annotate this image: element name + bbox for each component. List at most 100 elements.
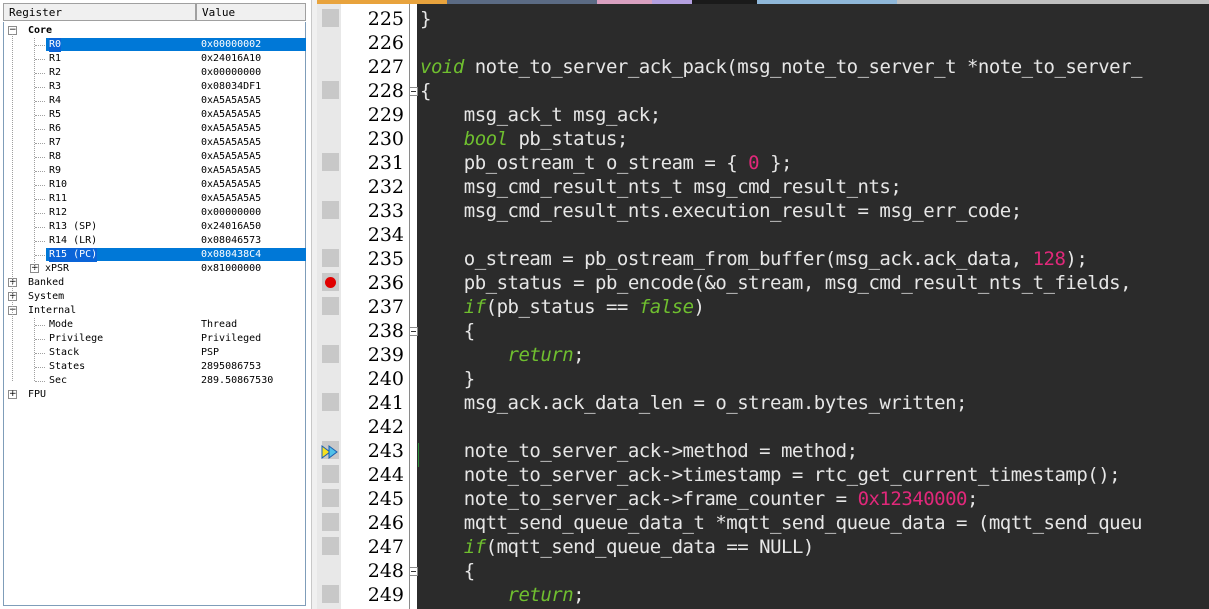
column-header-value[interactable]: Value: [196, 3, 306, 21]
register-value[interactable]: 289.50867530: [201, 374, 273, 388]
register-row[interactable]: R2 0x00000000: [4, 66, 307, 80]
code-text-area[interactable]: } void note_to_server_ack_pack(msg_note_t…: [418, 4, 1209, 609]
register-row[interactable]: R7 0xA5A5A5A5: [4, 136, 307, 150]
register-row[interactable]: + FPU: [4, 388, 307, 402]
line-number: 248: [367, 560, 404, 582]
code-line[interactable]: if(mqtt_send_queue_data == NULL): [420, 535, 815, 559]
executable-line-marker[interactable]: [322, 393, 339, 411]
register-value[interactable]: 0xA5A5A5A5: [201, 150, 261, 164]
register-row[interactable]: Stack PSP: [4, 346, 307, 360]
register-row[interactable]: R13 (SP) 0x24016A50: [4, 220, 307, 234]
register-row[interactable]: R3 0x08034DF1: [4, 80, 307, 94]
register-row[interactable]: R9 0xA5A5A5A5: [4, 164, 307, 178]
register-value[interactable]: 0x81000000: [201, 262, 261, 276]
register-row[interactable]: Privilege Privileged: [4, 332, 307, 346]
register-value[interactable]: 0x00000000: [201, 66, 261, 80]
register-row[interactable]: + xPSR 0x81000000: [4, 262, 307, 276]
register-row[interactable]: R11 0xA5A5A5A5: [4, 192, 307, 206]
code-line[interactable]: return;: [420, 343, 585, 367]
code-line[interactable]: pb_status = pb_encode(&o_stream, msg_cmd…: [420, 271, 1142, 295]
expand-icon[interactable]: +: [8, 390, 17, 399]
tree-branch-line: [35, 339, 45, 340]
column-header-register[interactable]: Register: [3, 3, 196, 21]
tree-branch-line: [35, 381, 45, 382]
code-line[interactable]: note_to_server_ack->method = method;: [420, 439, 858, 463]
fold-collapse-icon[interactable]: [409, 327, 418, 336]
register-value[interactable]: 2895086753: [201, 360, 261, 374]
register-row[interactable]: R0 0x00000002: [4, 38, 307, 52]
code-line[interactable]: {: [420, 319, 475, 343]
executable-line-marker[interactable]: [322, 585, 339, 603]
register-row[interactable]: R12 0x00000000: [4, 206, 307, 220]
register-value[interactable]: 0xA5A5A5A5: [201, 108, 261, 122]
fold-collapse-icon[interactable]: [409, 567, 418, 576]
register-row[interactable]: − Internal: [4, 304, 307, 318]
executable-line-marker[interactable]: [322, 465, 339, 483]
code-line[interactable]: note_to_server_ack->frame_counter = 0x12…: [420, 487, 979, 511]
executable-line-marker[interactable]: [322, 153, 339, 171]
fold-guide: [409, 4, 410, 609]
executable-line-marker[interactable]: [322, 537, 339, 555]
code-line[interactable]: return;: [420, 583, 585, 607]
register-value[interactable]: 0xA5A5A5A5: [201, 192, 261, 206]
code-line[interactable]: msg_cmd_result_nts_t msg_cmd_result_nts;: [420, 175, 902, 199]
register-row[interactable]: R14 (LR) 0x08046573: [4, 234, 307, 248]
register-value[interactable]: 0xA5A5A5A5: [201, 178, 261, 192]
register-value[interactable]: 0x08046573: [201, 234, 261, 248]
register-value[interactable]: Thread: [201, 318, 237, 332]
register-value[interactable]: 0x00000000: [201, 206, 261, 220]
register-row[interactable]: + Banked: [4, 276, 307, 290]
code-text: ;: [573, 584, 585, 606]
register-value[interactable]: 0x080438C4: [201, 248, 261, 262]
register-row[interactable]: + System: [4, 290, 307, 304]
code-line[interactable]: pb_ostream_t o_stream = { 0 };: [420, 151, 793, 175]
code-line[interactable]: o_stream = pb_ostream_from_buffer(msg_ac…: [420, 247, 1088, 271]
register-value[interactable]: Privileged: [201, 332, 261, 346]
register-value[interactable]: 0x00000002: [201, 38, 261, 52]
executable-line-marker[interactable]: [322, 9, 339, 27]
executable-line-marker[interactable]: [322, 249, 339, 267]
register-value[interactable]: 0x24016A10: [201, 52, 261, 66]
executable-line-marker[interactable]: [322, 297, 339, 315]
register-name: R1: [49, 53, 62, 64]
breakpoint-gutter[interactable]: [317, 4, 341, 609]
register-row[interactable]: R10 0xA5A5A5A5: [4, 178, 307, 192]
code-line[interactable]: if(pb_status == false): [420, 295, 705, 319]
code-line[interactable]: msg_cmd_result_nts.execution_result = ms…: [420, 199, 1022, 223]
register-value[interactable]: 0xA5A5A5A5: [201, 94, 261, 108]
breakpoint-icon[interactable]: [325, 277, 336, 288]
executable-line-marker[interactable]: [322, 81, 339, 99]
register-value[interactable]: 0xA5A5A5A5: [201, 136, 261, 150]
code-editor[interactable]: 225 226 227 228 229 230 231 232 233 234 235 236 237 2…: [317, 0, 1209, 609]
code-line[interactable]: void note_to_server_ack_pack(msg_note_to…: [420, 55, 1142, 79]
code-line[interactable]: msg_ack.ack_data_len = o_stream.bytes_wr…: [420, 391, 968, 415]
register-row[interactable]: Sec 289.50867530: [4, 374, 307, 388]
executable-line-marker[interactable]: [322, 201, 339, 219]
register-value[interactable]: 0x08034DF1: [201, 80, 261, 94]
fold-collapse-icon[interactable]: [409, 87, 418, 96]
register-row[interactable]: R5 0xA5A5A5A5: [4, 108, 307, 122]
register-row[interactable]: States 2895086753: [4, 360, 307, 374]
register-row[interactable]: Mode Thread: [4, 318, 307, 332]
register-row[interactable]: R4 0xA5A5A5A5: [4, 94, 307, 108]
code-line[interactable]: bool pb_status;: [420, 127, 629, 151]
executable-line-marker[interactable]: [322, 513, 339, 531]
code-line[interactable]: note_to_server_ack->timestamp = rtc_get_…: [420, 463, 1121, 487]
register-value[interactable]: 0xA5A5A5A5: [201, 164, 261, 178]
register-row[interactable]: − Core: [4, 24, 307, 38]
register-value[interactable]: PSP: [201, 346, 219, 360]
executable-line-marker[interactable]: [322, 489, 339, 507]
register-row[interactable]: R8 0xA5A5A5A5: [4, 150, 307, 164]
executable-line-marker[interactable]: [322, 345, 339, 363]
code-line[interactable]: mqtt_send_queue_data_t *mqtt_send_queue_…: [420, 511, 1143, 535]
register-row[interactable]: R15 (PC) 0x080438C4: [4, 248, 307, 262]
register-row[interactable]: R1 0x24016A10: [4, 52, 307, 66]
register-row[interactable]: R6 0xA5A5A5A5: [4, 122, 307, 136]
register-value[interactable]: 0x24016A50: [201, 220, 261, 234]
code-line[interactable]: {: [420, 559, 475, 583]
code-line[interactable]: }: [420, 367, 475, 391]
code-line[interactable]: {: [420, 79, 431, 103]
code-line[interactable]: msg_ack_t msg_ack;: [420, 103, 661, 127]
register-value[interactable]: 0xA5A5A5A5: [201, 122, 261, 136]
code-line[interactable]: }: [420, 7, 431, 31]
